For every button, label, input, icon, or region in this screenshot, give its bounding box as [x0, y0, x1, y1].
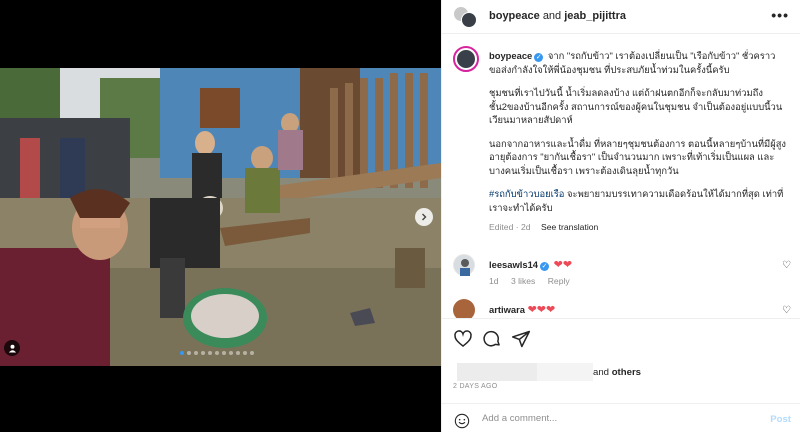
comment-body: ❤❤❤	[527, 304, 556, 316]
post-caption: boypeace ✓ จาก "รถกับข้าว" เราต้องเปลี่ยน…	[489, 49, 789, 235]
authors-connector: and	[542, 10, 562, 22]
post-header: boypeace and jeab_pijittra •••	[442, 0, 800, 34]
reply-button[interactable]: Reply	[548, 276, 570, 286]
comment-text: leesawls14 ✓ ❤❤	[489, 258, 572, 271]
flood-photo-illustration	[0, 68, 441, 366]
carousel-dot	[201, 351, 205, 355]
edited-label: Edited · 2d	[489, 222, 531, 232]
smile-icon[interactable]	[454, 413, 470, 429]
liked-by-blurred	[537, 363, 593, 381]
comment-body: ❤❤	[553, 259, 573, 271]
commenter-avatar-icon	[460, 259, 470, 276]
carousel-dot	[194, 351, 198, 355]
user-tag-button[interactable]	[4, 340, 20, 356]
caption-avatar[interactable]	[453, 46, 479, 72]
see-translation-link[interactable]: See translation	[541, 222, 598, 232]
post-comment-button[interactable]: Post	[770, 414, 791, 425]
comment-likes[interactable]: 3 likes	[511, 276, 535, 286]
post-actions-section: and others 2 DAYS AGO Post	[442, 318, 800, 429]
next-arrow-icon	[422, 213, 427, 221]
comment-icon[interactable]	[482, 329, 502, 349]
posted-time[interactable]: 2 DAYS AGO	[453, 383, 498, 390]
verified-icon: ✓	[534, 53, 544, 62]
caption-meta: Edited · 2d See translation	[489, 221, 789, 235]
caption-username[interactable]: boypeace	[489, 50, 532, 61]
carousel-dot	[215, 351, 219, 355]
add-comment-bar: Post	[442, 403, 800, 432]
post-photo[interactable]	[0, 68, 441, 366]
header-avatars[interactable]	[453, 6, 479, 28]
carousel-dot	[250, 351, 254, 355]
carousel-dot	[180, 351, 184, 355]
post-media-pane	[0, 0, 441, 432]
comment-text: artiwara ❤❤❤	[489, 303, 555, 316]
carousel-dot	[222, 351, 226, 355]
comment-input[interactable]	[482, 413, 742, 424]
carousel-indicator	[180, 351, 254, 355]
comment-username[interactable]: leesawls14	[489, 259, 538, 270]
heart-icon[interactable]: ♡	[782, 260, 791, 271]
author-link[interactable]: boypeace	[489, 10, 540, 22]
others-link[interactable]: others	[612, 367, 641, 378]
caption-paragraph: นอกจากอาหารและน้ำดื่ม ที่หลายๆชุมชนต้องก…	[489, 137, 787, 176]
carousel-dot	[236, 351, 240, 355]
post-authors: boypeace and jeab_pijittra	[489, 10, 626, 22]
avatar	[461, 12, 477, 28]
heart-icon[interactable]	[453, 329, 473, 349]
liked-by-blurred	[457, 363, 537, 381]
likes-summary: and others	[593, 367, 641, 378]
more-options-icon[interactable]: •••	[771, 7, 789, 23]
carousel-dot	[229, 351, 233, 355]
comment-username[interactable]: artiwara	[489, 304, 525, 315]
avatar	[457, 50, 475, 68]
verified-icon: ✓	[540, 262, 549, 271]
heart-icon[interactable]: ♡	[782, 305, 791, 316]
coauthor-link[interactable]: jeab_pijittra	[564, 10, 626, 22]
avatar[interactable]	[453, 254, 475, 276]
comment-meta: 1d 3 likes Reply	[489, 276, 580, 286]
carousel-dot	[243, 351, 247, 355]
post-detail-panel: boypeace and jeab_pijittra ••• boypeace ✓…	[441, 0, 800, 432]
user-tag-icon	[8, 344, 16, 353]
next-photo-button[interactable]	[415, 208, 433, 226]
liked-by: and others	[453, 361, 743, 381]
share-icon[interactable]	[511, 329, 531, 349]
carousel-dot	[187, 351, 191, 355]
comment-time: 1d	[489, 276, 499, 286]
likes-and: and	[593, 367, 610, 378]
caption-paragraph: ชุมชนที่เราไปวันนี้ น้ำเริ่มลดลงบ้าง แต่…	[489, 87, 783, 125]
hashtag-link[interactable]: #รถกับข้าวบอยเรือ	[489, 188, 564, 199]
carousel-dot	[208, 351, 212, 355]
